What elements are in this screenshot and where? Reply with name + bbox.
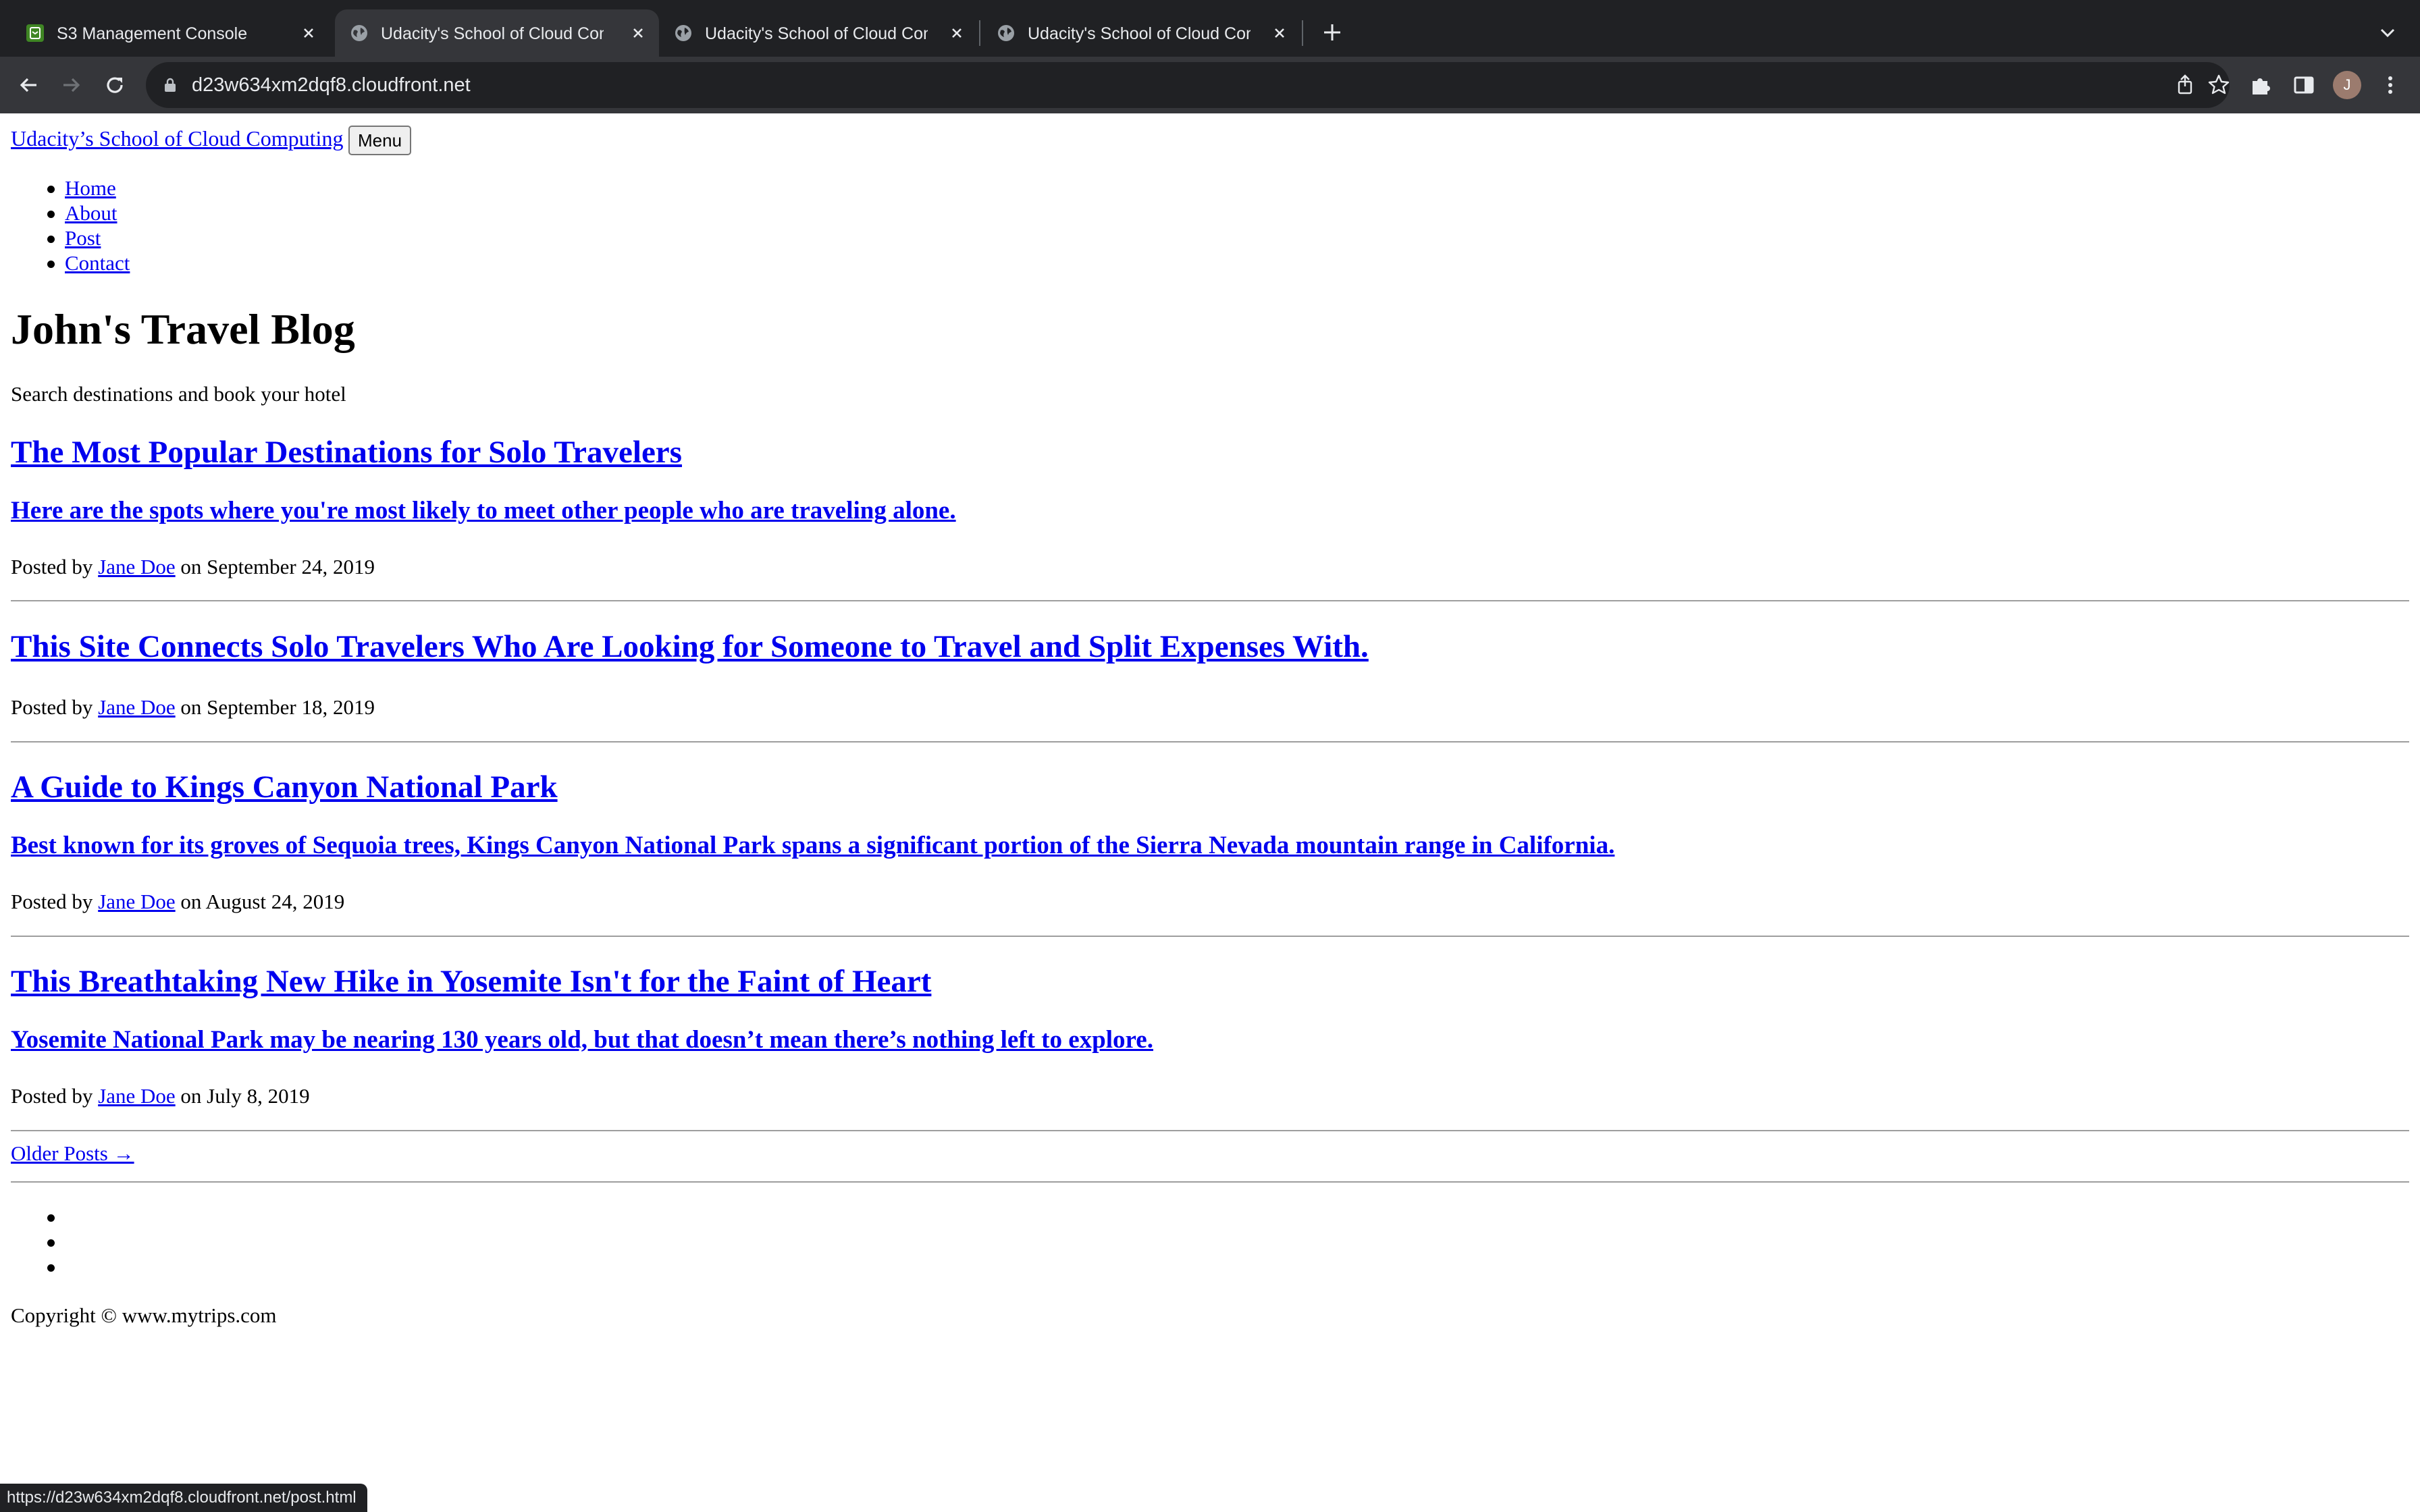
close-icon[interactable]	[945, 22, 968, 45]
globe-icon	[998, 25, 1014, 41]
page-subheading: Search destinations and book your hotel	[11, 382, 346, 406]
post-meta-prefix: Posted by	[11, 890, 93, 913]
url-text[interactable]: d23w634xm2dqf8.cloudfront.net	[192, 74, 471, 97]
post-meta-prefix: Posted by	[11, 1084, 93, 1108]
list-bullet	[47, 1264, 55, 1272]
post-title-link[interactable]: The Most Popular Destinations for Solo T…	[11, 433, 682, 471]
copyright-text: Copyright © www.mytrips.com	[11, 1303, 277, 1327]
aws-s3-icon	[26, 24, 44, 42]
tab-separator	[979, 20, 980, 46]
tab-title: Udacity's School of Cloud Computing	[705, 24, 928, 43]
post-meta-date: on July 8, 2019	[180, 1084, 310, 1108]
tab-title: Udacity's School of Cloud Computing	[1028, 24, 1251, 43]
reload-icon[interactable]	[101, 72, 128, 99]
share-icon[interactable]	[2172, 72, 2199, 99]
extensions-puzzle-icon[interactable]	[2247, 72, 2274, 99]
close-icon[interactable]	[1268, 22, 1291, 45]
tab-udacity-2[interactable]: Udacity's School of Cloud Computing	[659, 9, 978, 57]
post-meta-prefix: Posted by	[11, 555, 93, 578]
tab-udacity-3[interactable]: Udacity's School of Cloud Computing	[982, 9, 1300, 57]
globe-icon	[351, 25, 367, 41]
link-status-bubble: https://d23w634xm2dqf8.cloudfront.net/po…	[0, 1484, 367, 1512]
post-divider	[11, 600, 2409, 601]
lock-icon[interactable]	[162, 77, 178, 93]
list-bullet	[47, 1214, 55, 1222]
post-divider	[11, 1130, 2409, 1131]
web-page: Udacity’s School of Cloud Computing Menu…	[0, 113, 2420, 1512]
older-posts-link[interactable]: Older Posts →	[11, 1141, 134, 1166]
post-divider	[11, 741, 2409, 742]
nav-link-post[interactable]: Post	[65, 226, 101, 250]
list-bullet	[47, 236, 55, 243]
post-meta: Posted by Jane Doe on September 24, 2019	[11, 555, 375, 579]
address-bar[interactable]: d23w634xm2dqf8.cloudfront.net	[146, 62, 2230, 108]
close-icon[interactable]	[627, 22, 650, 45]
post-meta: Posted by Jane Doe on August 24, 2019	[11, 890, 344, 914]
post-meta-date: on August 24, 2019	[180, 890, 345, 913]
post-title-link[interactable]: This Breathtaking New Hike in Yosemite I…	[11, 963, 931, 1000]
post-title-link[interactable]: A Guide to Kings Canyon National Park	[11, 768, 558, 806]
list-bullet	[47, 1239, 55, 1247]
tab-separator	[1302, 20, 1303, 46]
post-subtitle-link[interactable]: Best known for its groves of Sequoia tre…	[11, 831, 1614, 861]
list-bullet	[47, 186, 55, 193]
post-author-link[interactable]: Jane Doe	[98, 695, 175, 719]
post-author-link[interactable]: Jane Doe	[98, 890, 175, 913]
menu-button[interactable]: Menu	[348, 126, 412, 155]
navbar-brand-link[interactable]: Udacity’s School of Cloud Computing	[11, 126, 343, 151]
post-meta: Posted by Jane Doe on September 18, 2019	[11, 695, 375, 720]
tab-search-chevron-down-icon[interactable]	[2375, 20, 2400, 45]
post-meta-date: on September 24, 2019	[180, 555, 375, 578]
post-divider	[11, 936, 2409, 937]
list-bullet	[47, 261, 55, 268]
new-tab-plus-icon[interactable]	[1319, 19, 1346, 46]
post-subtitle-link[interactable]: Here are the spots where you're most lik…	[11, 496, 956, 526]
footer-divider	[11, 1181, 2409, 1183]
post-title-link[interactable]: This Site Connects Solo Travelers Who Ar…	[11, 628, 1369, 666]
tab-udacity-active[interactable]: Udacity's School of Cloud Computing	[335, 9, 659, 57]
globe-icon	[675, 25, 691, 41]
forward-arrow-icon[interactable]	[58, 72, 85, 99]
tab-title: Udacity's School of Cloud Computing	[381, 24, 604, 43]
post-subtitle-link[interactable]: Yosemite National Park may be nearing 13…	[11, 1025, 1153, 1055]
post-meta-prefix: Posted by	[11, 695, 93, 719]
more-options-kebab-icon[interactable]	[2377, 72, 2404, 99]
nav-link-home[interactable]: Home	[65, 176, 116, 200]
close-icon[interactable]	[297, 22, 320, 45]
browser-tab-strip: S3 Management Console Udacity's School o…	[0, 0, 2420, 57]
post-meta: Posted by Jane Doe on July 8, 2019	[11, 1084, 310, 1108]
post-author-link[interactable]: Jane Doe	[98, 1084, 175, 1108]
post-author-link[interactable]: Jane Doe	[98, 555, 175, 578]
list-bullet	[47, 211, 55, 218]
bookmark-star-icon[interactable]	[2205, 72, 2232, 99]
tab-title: S3 Management Console	[57, 24, 248, 43]
page-title: John's Travel Blog	[11, 305, 355, 353]
back-arrow-icon[interactable]	[15, 72, 42, 99]
browser-toolbar: d23w634xm2dqf8.cloudfront.net J	[0, 57, 2420, 113]
side-panel-icon[interactable]	[2290, 72, 2317, 99]
profile-avatar[interactable]: J	[2333, 71, 2361, 99]
post-meta-date: on September 18, 2019	[180, 695, 375, 719]
nav-link-about[interactable]: About	[65, 201, 117, 225]
tab-s3-management-console[interactable]: S3 Management Console	[11, 9, 330, 57]
nav-link-contact[interactable]: Contact	[65, 251, 130, 275]
